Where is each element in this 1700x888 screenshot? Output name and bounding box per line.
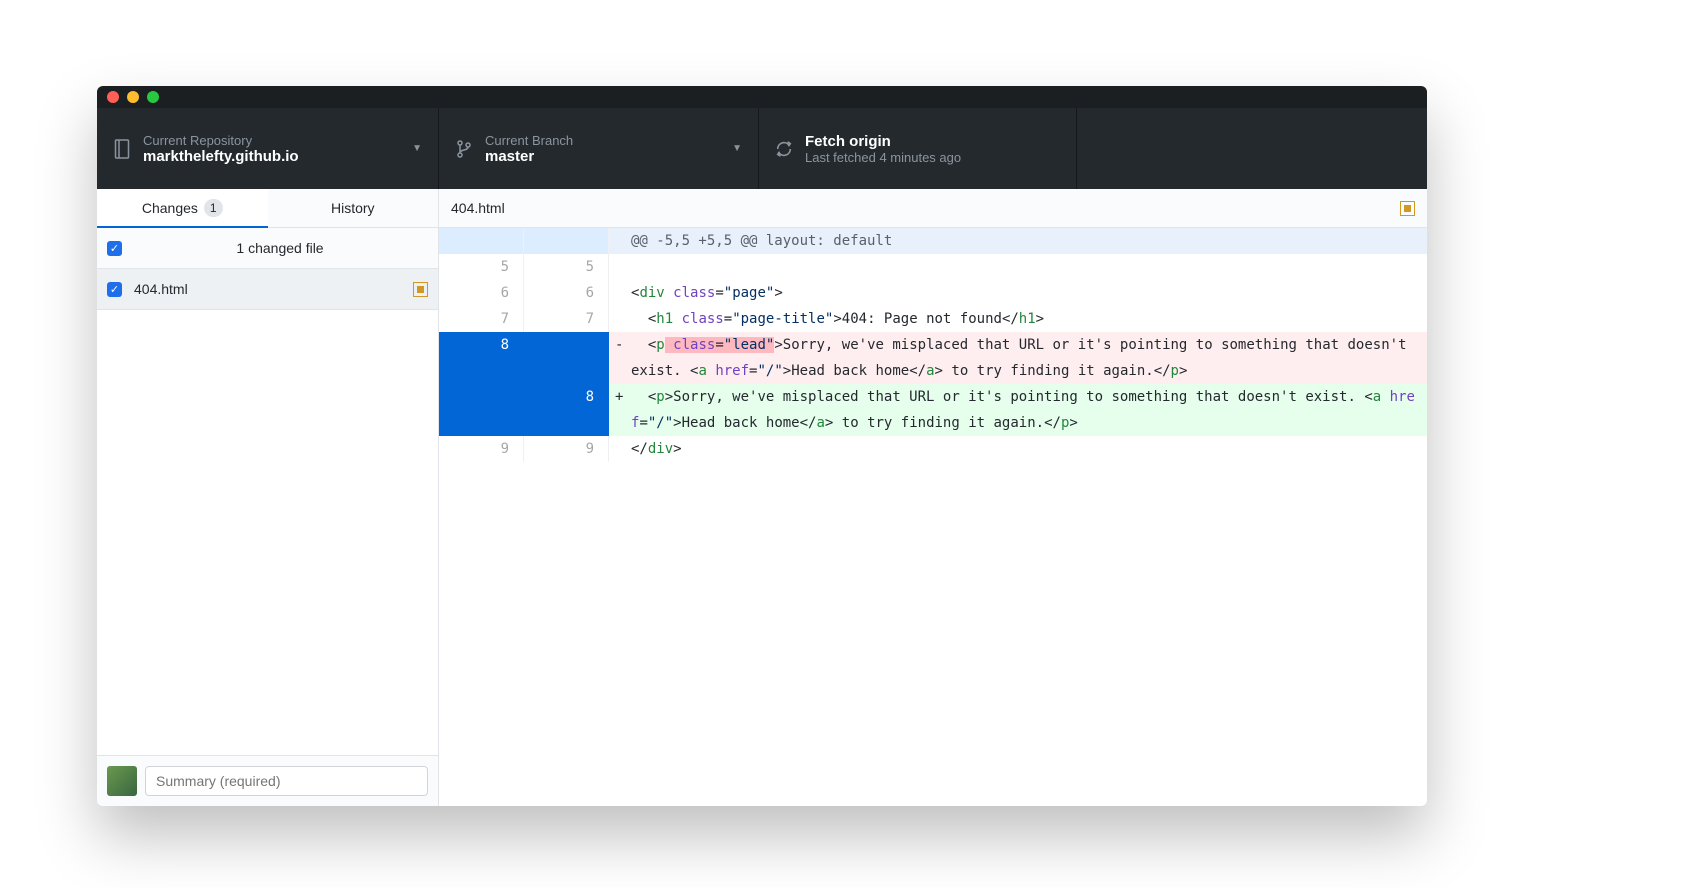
chevron-down-icon: ▼ xyxy=(732,143,742,154)
diff-line-deleted[interactable]: 8 - <p class="lead">Sorry, we've misplac… xyxy=(439,332,1427,384)
avatar xyxy=(107,766,137,796)
modified-icon xyxy=(413,282,428,297)
tab-history[interactable]: History xyxy=(268,189,439,228)
changes-summary: 1 changed file xyxy=(132,240,428,256)
commit-area xyxy=(97,755,438,806)
fetch-label: Fetch origin xyxy=(805,133,1060,150)
toolbar: Current Repository markthelefty.github.i… xyxy=(97,108,1427,189)
sidebar: Changes 1 History ✓ 1 changed file ✓ 404… xyxy=(97,189,439,806)
diff-line[interactable]: 55 xyxy=(439,254,1427,280)
branch-label: Current Branch xyxy=(485,133,732,148)
diff-hunk-header: @@ -5,5 +5,5 @@ layout: default xyxy=(439,228,1427,254)
repo-label: Current Repository xyxy=(143,133,412,148)
sync-icon xyxy=(775,139,793,159)
tab-changes[interactable]: Changes 1 xyxy=(97,189,268,228)
main-area: Changes 1 History ✓ 1 changed file ✓ 404… xyxy=(97,189,1427,806)
minimize-window-button[interactable] xyxy=(127,91,139,103)
repository-dropdown[interactable]: Current Repository markthelefty.github.i… xyxy=(97,108,439,189)
commit-summary-input[interactable] xyxy=(145,766,428,796)
file-name: 404.html xyxy=(134,281,188,297)
tab-history-label: History xyxy=(331,200,375,216)
diff-line[interactable]: 66 <div class="page"> xyxy=(439,280,1427,306)
changes-header: ✓ 1 changed file xyxy=(97,228,438,269)
branch-icon xyxy=(455,139,473,159)
close-window-button[interactable] xyxy=(107,91,119,103)
diff-line[interactable]: 77 <h1 class="page-title">404: Page not … xyxy=(439,306,1427,332)
tab-changes-label: Changes xyxy=(142,200,198,216)
chevron-down-icon: ▼ xyxy=(412,143,422,154)
fetch-button[interactable]: Fetch origin Last fetched 4 minutes ago xyxy=(759,108,1077,189)
diff-line[interactable]: 99 </div> xyxy=(439,436,1427,462)
diff-header: 404.html xyxy=(439,189,1427,228)
repo-icon xyxy=(113,139,131,159)
changes-count-badge: 1 xyxy=(204,199,223,217)
branch-value: master xyxy=(485,148,732,165)
window-titlebar xyxy=(97,86,1427,108)
changed-file-row[interactable]: ✓ 404.html xyxy=(97,269,438,310)
diff-line-added[interactable]: 8 + <p>Sorry, we've misplaced that URL o… xyxy=(439,384,1427,436)
diff-filename: 404.html xyxy=(451,200,505,216)
repo-value: markthelefty.github.io xyxy=(143,148,412,165)
app-window: Current Repository markthelefty.github.i… xyxy=(97,86,1427,806)
branch-dropdown[interactable]: Current Branch master ▼ xyxy=(439,108,759,189)
diff-body[interactable]: @@ -5,5 +5,5 @@ layout: default 55 66 <d… xyxy=(439,228,1427,462)
maximize-window-button[interactable] xyxy=(147,91,159,103)
modified-icon xyxy=(1400,201,1415,216)
select-all-checkbox[interactable]: ✓ xyxy=(107,241,122,256)
file-checkbox[interactable]: ✓ xyxy=(107,282,122,297)
fetch-value: Last fetched 4 minutes ago xyxy=(805,150,1060,165)
sidebar-tabs: Changes 1 History xyxy=(97,189,438,228)
diff-pane: 404.html @@ -5,5 +5,5 @@ layout: default… xyxy=(439,189,1427,806)
